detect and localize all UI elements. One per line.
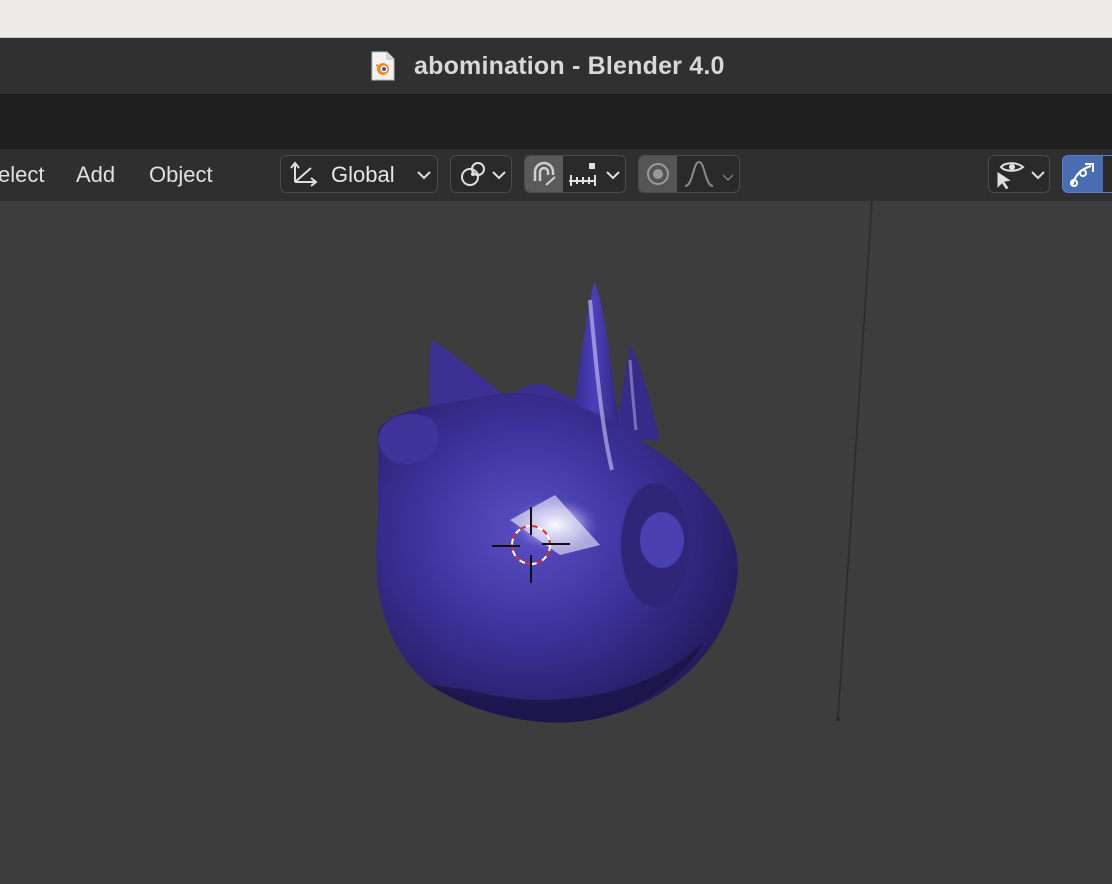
snap-toggle[interactable] bbox=[525, 156, 563, 192]
chevron-down-icon bbox=[1031, 167, 1045, 185]
selectability-visibility-icon bbox=[993, 159, 1027, 196]
snapping-group bbox=[524, 155, 626, 193]
3d-viewport[interactable] bbox=[0, 201, 1112, 884]
gizmo-toggle[interactable] bbox=[1062, 155, 1112, 193]
viewport-header: elect Add Object Global bbox=[0, 149, 1112, 201]
window-title-bar: abomination - Blender 4.0 bbox=[0, 38, 1112, 95]
chevron-down-icon bbox=[722, 169, 734, 187]
menu-add[interactable]: Add bbox=[76, 159, 115, 191]
selectability-visibility-dropdown[interactable] bbox=[988, 155, 1050, 193]
snap-increment-icon[interactable] bbox=[567, 160, 599, 193]
gizmo-toggle-icon bbox=[1067, 159, 1099, 196]
proportional-edit-group bbox=[638, 155, 740, 193]
menu-select[interactable]: elect bbox=[0, 159, 44, 191]
menu-object[interactable]: Object bbox=[149, 159, 213, 191]
chevron-down-icon bbox=[417, 167, 431, 185]
proportional-edit-icon bbox=[645, 161, 671, 192]
transform-orientation-dropdown[interactable]: Global bbox=[280, 155, 438, 193]
viewport-guide-line bbox=[837, 201, 873, 719]
pivot-point-icon bbox=[458, 161, 488, 194]
falloff-curve-icon[interactable] bbox=[683, 160, 715, 193]
window-title-group: abomination - Blender 4.0 bbox=[370, 48, 725, 84]
transform-orientation-value: Global bbox=[331, 162, 395, 187]
macos-menu-bar bbox=[0, 0, 1112, 38]
chevron-down-icon bbox=[492, 167, 506, 185]
viewport-scene bbox=[375, 201, 873, 723]
window-title: abomination - Blender 4.0 bbox=[414, 51, 725, 80]
mesh-object[interactable] bbox=[375, 282, 738, 723]
proportional-edit-toggle[interactable] bbox=[639, 156, 677, 192]
top-bar bbox=[0, 95, 1112, 149]
transform-orientation-icon bbox=[289, 160, 319, 193]
snap-magnet-icon bbox=[529, 159, 559, 194]
blend-file-icon bbox=[370, 51, 396, 81]
pivot-point-dropdown[interactable] bbox=[450, 155, 512, 193]
chevron-down-icon bbox=[606, 167, 620, 185]
